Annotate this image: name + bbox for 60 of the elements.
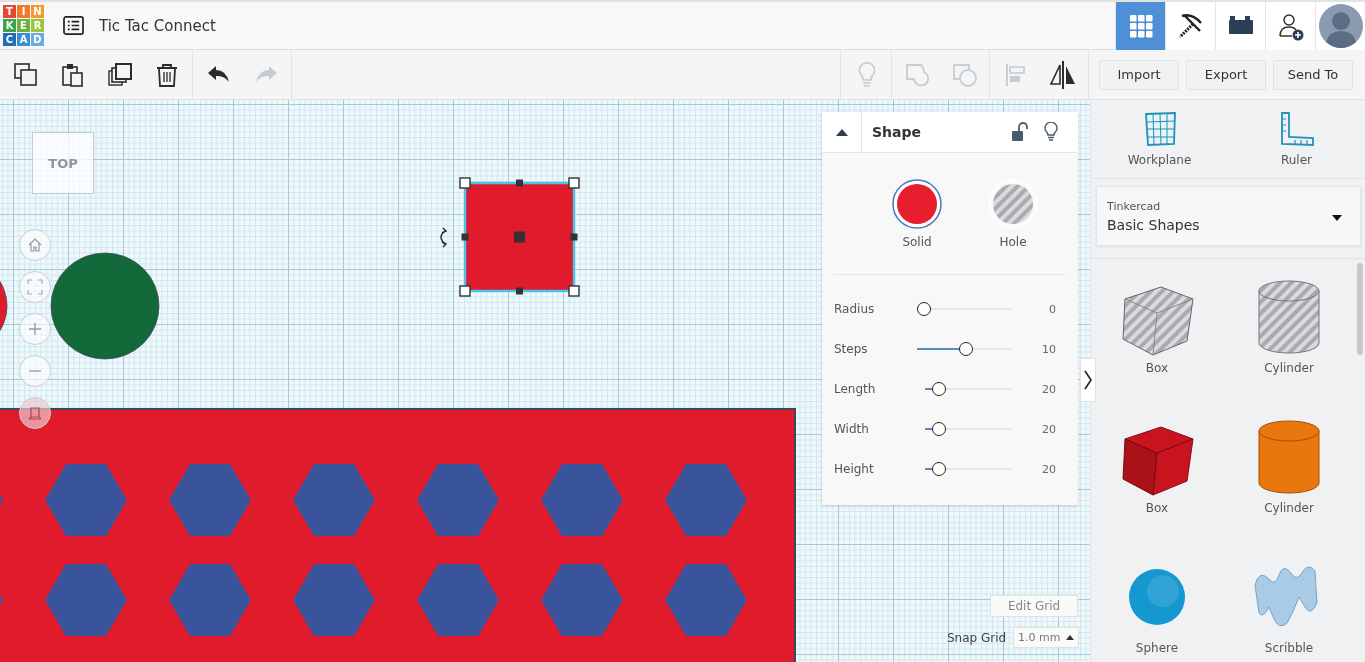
parameter-value: 0 — [1049, 302, 1056, 316]
circle-shape[interactable] — [50, 252, 160, 360]
ruler-icon — [1278, 111, 1315, 147]
parameter-label: Length — [834, 382, 877, 396]
clipboard-icon — [59, 61, 86, 88]
hole-swatch — [988, 179, 1038, 229]
duplicate-icon — [106, 61, 133, 88]
parameter-label: Steps — [834, 342, 869, 356]
edit-grid-button[interactable]: Edit Grid — [990, 595, 1078, 617]
view-control-button[interactable] — [19, 397, 51, 429]
toolbar-button[interactable]: Import — [1099, 59, 1179, 90]
zoom-in-icon — [27, 321, 43, 337]
parameter-value: 20 — [1042, 422, 1056, 436]
snap-grid-label: Snap Grid — [947, 630, 1007, 645]
shape-item[interactable]: Box — [1091, 277, 1223, 387]
fit-view-icon — [27, 279, 43, 295]
shape-item[interactable]: Sphere — [1091, 557, 1223, 662]
solid-swatch — [892, 179, 942, 229]
mirror-icon — [1047, 59, 1078, 90]
workplane-button[interactable]: Workplane — [1091, 100, 1228, 178]
unlocked-lock-icon[interactable] — [1010, 122, 1028, 142]
avatar-icon — [1318, 3, 1363, 48]
nav-button[interactable] — [1265, 1, 1315, 50]
shape-type-option[interactable]: Hole — [988, 179, 1038, 251]
nav-button[interactable] — [1215, 1, 1265, 50]
parameter-value: 20 — [1042, 382, 1056, 396]
shape-item[interactable]: Scribble — [1223, 557, 1355, 662]
caret-icon — [1066, 635, 1075, 640]
parameter-label: Width — [834, 422, 870, 436]
menu-icon[interactable] — [63, 16, 84, 35]
toolbar-button[interactable]: Send To — [1273, 59, 1353, 90]
workplane-grid[interactable]: TOP Shape Solid Hole Radius 0 Steps 10 Length 20 Width 20 Height 20 Edit Grid Snap Grid 1.0 mm — [0, 100, 1090, 662]
shape-item[interactable]: Cylinder — [1223, 277, 1355, 387]
project-title[interactable]: Tic Tac Connect — [99, 16, 216, 35]
toolbar-button[interactable]: Export — [1186, 59, 1266, 90]
shape-item[interactable]: Cylinder — [1223, 417, 1355, 527]
group-icon — [904, 61, 931, 88]
sidebar-toggle-tab[interactable] — [1080, 358, 1096, 402]
grid-icon — [1128, 13, 1153, 38]
snap-grid-select[interactable]: 1.0 mm — [1013, 627, 1080, 648]
ungroup-icon — [951, 61, 978, 88]
scrollbar[interactable] — [1357, 263, 1363, 355]
chevron-icon — [1084, 370, 1092, 390]
nav-button[interactable] — [1165, 1, 1215, 50]
parameter-label: Radius — [834, 302, 876, 316]
shape-item[interactable]: Box — [1091, 417, 1223, 527]
shape-type-option[interactable]: Solid — [892, 179, 942, 251]
ruler-button[interactable]: Ruler — [1228, 100, 1365, 178]
copy-icon — [12, 61, 39, 88]
parameter-value: 20 — [1042, 462, 1056, 476]
perspective-icon — [27, 405, 43, 421]
home-icon — [27, 237, 43, 253]
caret-icon — [835, 128, 848, 136]
lightbulb-icon[interactable] — [1042, 122, 1060, 142]
logo[interactable]: T I N K E R C A D — [3, 5, 44, 46]
caret-icon — [1332, 215, 1342, 221]
parameter-value: 10 — [1042, 342, 1056, 356]
panel-title: Shape — [872, 124, 922, 140]
parameter-label: Height — [834, 462, 875, 476]
shape-library-dropdown[interactable]: Tinkercad Basic Shapes — [1096, 186, 1361, 246]
